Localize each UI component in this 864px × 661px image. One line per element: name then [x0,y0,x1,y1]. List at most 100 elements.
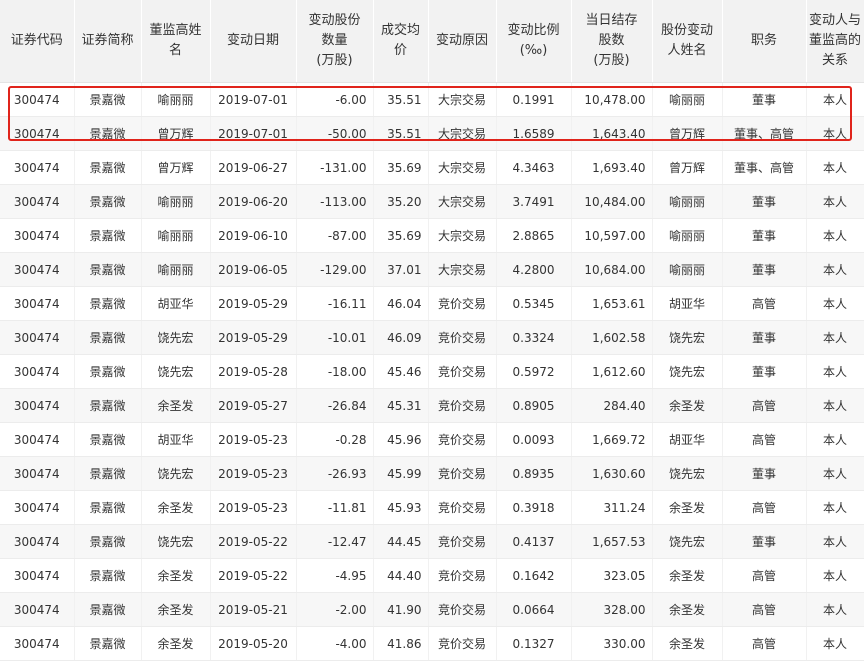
cell-changer-name: 饶先宏 [652,354,723,389]
cell-change-ratio: 0.1327 [496,626,572,661]
cell-security-code: 300474 [0,320,75,355]
cell-relationship: 本人 [806,626,864,661]
cell-executive-name: 余圣发 [141,490,211,525]
cell-change-reason: 竞价交易 [428,592,497,627]
cell-change-reason: 大宗交易 [428,184,497,219]
cell-change-reason: 竞价交易 [428,524,497,559]
cell-security-name: 景嘉微 [74,218,142,253]
cell-avg-price: 45.93 [373,490,429,525]
cell-remaining-shares: 328.00 [571,592,653,627]
cell-change-quantity: -4.00 [296,626,374,661]
cell-change-quantity: -26.84 [296,388,374,423]
cell-change-date: 2019-05-29 [210,286,297,321]
cell-change-ratio: 3.7491 [496,184,572,219]
cell-changer-name: 余圣发 [652,388,723,423]
header-security-code[interactable]: 证券代码 [0,0,75,83]
table-row[interactable]: 300474 景嘉微 喻丽丽 2019-06-20 -113.00 35.20 大宗交易 3.… [0,184,864,219]
table-row[interactable]: 300474 景嘉微 胡亚华 2019-05-29 -16.11 46.04 竞价交易 0.5… [0,286,864,321]
header-avg-price[interactable]: 成交均价 [373,0,429,83]
cell-remaining-shares: 10,484.00 [571,184,653,219]
cell-change-reason: 竞价交易 [428,286,497,321]
cell-changer-name: 胡亚华 [652,286,723,321]
cell-relationship: 本人 [806,184,864,219]
cell-change-date: 2019-06-05 [210,252,297,287]
header-remaining-shares[interactable]: 当日结存 股数 (万股) [571,0,653,83]
cell-executive-name: 喻丽丽 [141,218,211,253]
cell-changer-name: 饶先宏 [652,524,723,559]
cell-position: 董事 [722,354,807,389]
cell-change-quantity: -0.28 [296,422,374,457]
cell-remaining-shares: 330.00 [571,626,653,661]
table-row[interactable]: 300474 景嘉微 饶先宏 2019-05-22 -12.47 44.45 竞价交易 0.4… [0,524,864,559]
table-row[interactable]: 300474 景嘉微 曾万辉 2019-06-27 -131.00 35.69 大宗交易 4.… [0,150,864,185]
cell-change-date: 2019-05-20 [210,626,297,661]
cell-position: 董事 [722,82,807,117]
cell-change-reason: 竞价交易 [428,456,497,491]
header-changer-name[interactable]: 股份变动 人姓名 [652,0,723,83]
cell-executive-name: 饶先宏 [141,524,211,559]
cell-executive-name: 曾万辉 [141,116,211,151]
cell-relationship: 本人 [806,388,864,423]
cell-avg-price: 44.45 [373,524,429,559]
cell-executive-name: 喻丽丽 [141,252,211,287]
cell-changer-name: 饶先宏 [652,320,723,355]
cell-changer-name: 余圣发 [652,490,723,525]
table-row[interactable]: 300474 景嘉微 喻丽丽 2019-06-10 -87.00 35.69 大宗交易 2.8… [0,218,864,253]
cell-change-quantity: -50.00 [296,116,374,151]
cell-security-code: 300474 [0,456,75,491]
header-executive-name[interactable]: 董监高姓名 [141,0,211,83]
cell-avg-price: 35.69 [373,150,429,185]
table-row[interactable]: 300474 景嘉微 饶先宏 2019-05-28 -18.00 45.46 竞价交易 0.5… [0,354,864,389]
cell-security-code: 300474 [0,286,75,321]
table-row[interactable]: 300474 景嘉微 余圣发 2019-05-21 -2.00 41.90 竞价交易 0.06… [0,592,864,627]
table-row[interactable]: 300474 景嘉微 喻丽丽 2019-06-05 -129.00 37.01 大宗交易 4.… [0,252,864,287]
cell-change-ratio: 0.0093 [496,422,572,457]
cell-changer-name: 余圣发 [652,558,723,593]
cell-position: 董事 [722,218,807,253]
cell-changer-name: 曾万辉 [652,150,723,185]
cell-relationship: 本人 [806,116,864,151]
table-row[interactable]: 300474 景嘉微 饶先宏 2019-05-29 -10.01 46.09 竞价交易 0.3… [0,320,864,355]
cell-change-reason: 竞价交易 [428,320,497,355]
cell-changer-name: 余圣发 [652,592,723,627]
cell-relationship: 本人 [806,286,864,321]
header-relationship[interactable]: 变动人与 董监高的 关系 [806,0,864,83]
table-row[interactable]: 300474 景嘉微 胡亚华 2019-05-23 -0.28 45.96 竞价交易 0.00… [0,422,864,457]
cell-change-date: 2019-06-20 [210,184,297,219]
cell-change-ratio: 0.3918 [496,490,572,525]
cell-remaining-shares: 1,693.40 [571,150,653,185]
cell-change-date: 2019-05-27 [210,388,297,423]
cell-avg-price: 45.96 [373,422,429,457]
cell-avg-price: 46.09 [373,320,429,355]
header-security-name[interactable]: 证券简称 [74,0,142,83]
header-change-ratio[interactable]: 变动比例 (‰) [496,0,572,83]
cell-change-reason: 竞价交易 [428,490,497,525]
cell-security-name: 景嘉微 [74,456,142,491]
table-row[interactable]: 300474 景嘉微 喻丽丽 2019-07-01 -6.00 35.51 大宗交易 0.19… [0,82,864,117]
cell-remaining-shares: 10,478.00 [571,82,653,117]
header-change-date[interactable]: 变动日期 [210,0,297,83]
cell-security-code: 300474 [0,116,75,151]
table-row[interactable]: 300474 景嘉微 余圣发 2019-05-23 -11.81 45.93 竞价交易 0.3… [0,490,864,525]
cell-change-date: 2019-05-22 [210,558,297,593]
cell-change-date: 2019-05-29 [210,320,297,355]
table-row[interactable]: 300474 景嘉微 余圣发 2019-05-27 -26.84 45.31 竞价交易 0.8… [0,388,864,423]
cell-position: 董事、高管 [722,116,807,151]
cell-security-code: 300474 [0,422,75,457]
cell-change-ratio: 0.8935 [496,456,572,491]
cell-relationship: 本人 [806,82,864,117]
table-row[interactable]: 300474 景嘉微 余圣发 2019-05-22 -4.95 44.40 竞价交易 0.16… [0,558,864,593]
cell-security-code: 300474 [0,82,75,117]
cell-avg-price: 45.31 [373,388,429,423]
table-row[interactable]: 300474 景嘉微 曾万辉 2019-07-01 -50.00 35.51 大宗交易 1.6… [0,116,864,151]
cell-change-quantity: -11.81 [296,490,374,525]
cell-change-ratio: 0.5345 [496,286,572,321]
cell-avg-price: 41.86 [373,626,429,661]
header-position[interactable]: 职务 [722,0,807,83]
cell-security-code: 300474 [0,218,75,253]
header-change-reason[interactable]: 变动原因 [428,0,497,83]
table-row[interactable]: 300474 景嘉微 饶先宏 2019-05-23 -26.93 45.99 竞价交易 0.8… [0,456,864,491]
header-change-quantity[interactable]: 变动股份 数量 (万股) [296,0,374,83]
table-row[interactable]: 300474 景嘉微 余圣发 2019-05-20 -4.00 41.86 竞价交易 0.13… [0,626,864,661]
cell-executive-name: 喻丽丽 [141,82,211,117]
